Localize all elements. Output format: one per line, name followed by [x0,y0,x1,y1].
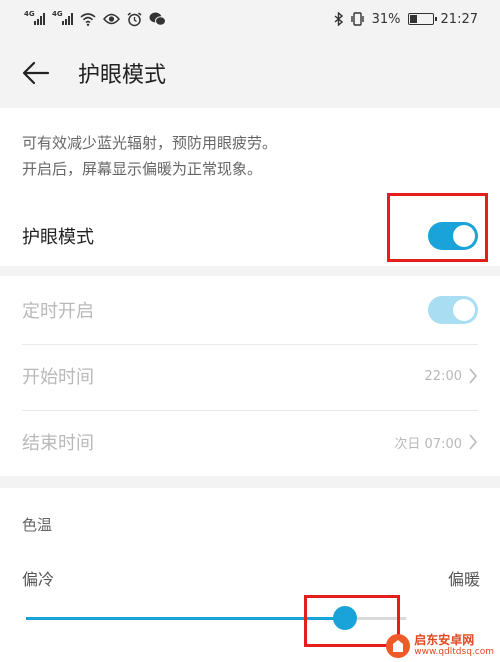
schedule-card: 定时开启 开始时间 22:00 结束时间 次日 07:00 [0,276,500,476]
back-arrow-icon[interactable] [6,38,66,108]
warm-label: 偏暖 [447,570,480,589]
chevron-right-icon [469,434,478,450]
signal-icon: 4G [52,10,73,25]
schedule-row[interactable]: 定时开启 [0,288,500,332]
bluetooth-icon [334,12,343,26]
end-time-value: 次日 07:00 [394,436,462,452]
start-time-value-wrap: 22:00 [425,368,478,384]
description-line: 可有效减少蓝光辐射，预防用眼疲劳。 [22,134,278,152]
clock: 21:27 [440,11,478,27]
wifi-icon [80,12,96,26]
schedule-label: 定时开启 [22,301,94,322]
header: 护眼模式 [0,38,500,108]
start-time-row[interactable]: 开始时间 22:00 [0,354,500,398]
end-time-row[interactable]: 结束时间 次日 07:00 [0,420,500,464]
end-time-value-wrap: 次日 07:00 [394,433,478,452]
status-right: 31% 21:27 [334,12,478,27]
battery-percent: 31% [371,11,401,27]
start-time-value: 22:00 [424,368,462,384]
schedule-toggle[interactable] [428,296,478,324]
alarm-icon [127,11,142,26]
start-time-label: 开始时间 [22,367,94,388]
watermark-logo-icon [386,634,411,658]
status-bar: 4G 4G 31% 21:27 [0,0,500,38]
description-line: 开启后，屏幕显示偏暖为正常现象。 [22,160,263,178]
highlight-box [387,193,488,262]
watermark: 启东安卓网 www.qdltdsq.com [386,634,494,658]
wechat-icon [149,12,166,26]
end-time-label: 结束时间 [22,433,94,454]
slider-track-active[interactable] [26,617,346,620]
chevron-right-icon [469,368,478,384]
watermark-text: 启东安卓网 www.qdltdsq.com [414,634,494,658]
sim1-label: 4G [24,10,35,18]
page-title: 护眼模式 [78,63,167,88]
battery-icon [407,13,437,25]
vibrate-icon [350,12,364,26]
color-temperature-title: 色温 [22,516,53,534]
watermark-url: www.qdltdsq.com [414,647,494,657]
sim2-label: 4G [52,10,63,18]
eye-comfort-label: 护眼模式 [22,227,94,248]
cool-label: 偏冷 [22,570,55,589]
watermark-title: 启东安卓网 [414,633,475,647]
divider [22,344,478,345]
toggle-knob [453,299,475,321]
eye-icon [103,13,120,25]
divider [22,410,478,411]
status-left: 4G 4G [24,10,166,27]
eye-comfort-description: 可有效减少蓝光辐射，预防用眼疲劳。 开启后，屏幕显示偏暖为正常现象。 [22,130,277,182]
slider-labels: 偏冷 偏暖 [22,566,480,590]
signal-icon: 4G [24,10,45,25]
